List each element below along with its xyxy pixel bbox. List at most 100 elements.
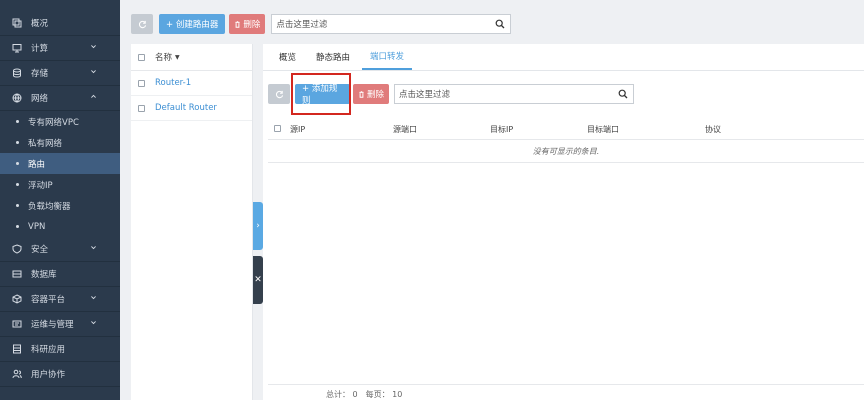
sidebar-item-label: 用户协作 [31, 370, 66, 380]
refresh-button[interactable] [131, 14, 153, 34]
col-protocol[interactable]: 协议 [705, 124, 721, 135]
network-icon [11, 92, 23, 104]
sidebar-subitem-label: 路由 [28, 159, 46, 170]
sidebar-subitem[interactable]: 浮动IP [0, 174, 120, 195]
trash-icon [235, 20, 240, 28]
row-checkbox[interactable] [138, 79, 145, 87]
shield-icon [11, 243, 23, 255]
sidebar-item-label: 网络 [31, 94, 49, 104]
sort-icon[interactable]: ▼ [175, 54, 180, 61]
search-input[interactable]: 点击这里过滤 [271, 14, 512, 34]
select-all-rules-checkbox[interactable] [274, 125, 281, 132]
sidebar-item-label: 计算 [31, 44, 49, 54]
bullet-icon [16, 141, 19, 144]
sidebar-subitem[interactable]: 路由 [0, 153, 120, 174]
detail-tabs: 概览 静态路由 端口转发 [263, 44, 864, 71]
delete-button[interactable]: 删除 [229, 14, 266, 34]
col-dest-port[interactable]: 目标端口 [587, 124, 619, 135]
search-icon [495, 19, 505, 29]
chevron-up-icon [90, 93, 100, 103]
database-icon [11, 67, 23, 79]
ops-icon [11, 318, 23, 330]
close-icon: ✕ [254, 275, 262, 285]
sidebar-subitem-label: 专有网络VPC [28, 117, 79, 128]
refresh-icon [275, 90, 283, 98]
rules-table-header: 源IP 源端口 目标IP 目标端口 协议 [268, 118, 864, 140]
sidebar-subitem[interactable]: 专有网络VPC [0, 111, 120, 132]
sidebar-subitem[interactable]: 私有网络 [0, 132, 120, 153]
rule-search-input[interactable]: 点击这里过滤 [394, 84, 635, 104]
list-header: 名称 ▼ [131, 44, 252, 71]
tab-1[interactable]: 静态路由 [308, 43, 358, 70]
router-row[interactable]: Router-1 [131, 71, 252, 96]
col-dest-ip[interactable]: 目标IP [490, 124, 513, 135]
total-count: 总计： 0 [326, 390, 358, 399]
chevron-right-icon: › [256, 221, 260, 231]
sidebar-subitem-label: 浮动IP [28, 180, 53, 191]
monitor-icon [11, 42, 23, 54]
expand-toggle[interactable]: › [253, 202, 263, 250]
sidebar-item-users[interactable]: 用户协作 [0, 362, 120, 387]
refresh-button[interactable] [268, 84, 290, 104]
sidebar-item-label: 存储 [31, 69, 49, 79]
chevron-down-icon [90, 244, 100, 254]
router-list: 名称 ▼ Router-1 Default Router [131, 44, 253, 400]
search-icon [618, 89, 628, 99]
close-toggle[interactable]: ✕ [253, 256, 263, 304]
sidebar-item-label: 概况 [31, 19, 49, 29]
router-name-link[interactable]: Default Router [155, 103, 217, 113]
sidebar-subitem[interactable]: VPN [0, 216, 120, 237]
container-icon [11, 293, 23, 305]
trash-icon [359, 90, 364, 98]
bullet-icon [16, 120, 19, 123]
router-toolbar: + 创建路由器 删除 点击这里过滤 [131, 13, 512, 35]
sidebar-item-overview[interactable]: 概况 [0, 11, 120, 36]
sidebar-item-monitor[interactable]: 计算 [0, 36, 120, 61]
bullet-icon [16, 183, 19, 186]
pagination-footer: 总计： 0 每页： 10 [268, 384, 864, 400]
research-icon [11, 343, 23, 355]
sidebar-item-container[interactable]: 容器平台 [0, 287, 120, 312]
router-name-link[interactable]: Router-1 [155, 78, 191, 88]
sidebar-subitem[interactable]: 负载均衡器 [0, 195, 120, 216]
per-page[interactable]: 每页： 10 [366, 389, 403, 400]
bullet-icon [16, 204, 19, 207]
refresh-icon [138, 20, 146, 28]
sidebar-subitem-label: 负载均衡器 [28, 201, 71, 212]
bullet-icon [16, 225, 19, 228]
overview-icon [11, 17, 23, 29]
chevron-down-icon [90, 294, 100, 304]
users-icon [11, 368, 23, 380]
sidebar-item-label: 安全 [31, 245, 49, 255]
name-column-header[interactable]: 名称 [155, 51, 172, 63]
chevron-down-icon [90, 319, 100, 329]
sidebar-item-database[interactable]: 存储 [0, 61, 120, 86]
tab-0[interactable]: 概览 [271, 43, 304, 70]
create-router-button[interactable]: + 创建路由器 [159, 14, 226, 34]
db-icon [11, 268, 23, 280]
highlight-box [291, 73, 351, 115]
select-all-checkbox[interactable] [138, 53, 145, 61]
row-checkbox[interactable] [138, 104, 145, 112]
sidebar-item-label: 数据库 [31, 270, 57, 280]
chevron-down-icon [90, 68, 100, 78]
sidebar: 概况计算存储网络专有网络VPC 私有网络路由浮动IP 负载均衡器 VPN 安全数据库容器… [0, 0, 120, 400]
sidebar-item-shield[interactable]: 安全 [0, 237, 120, 262]
detail-panel: 概览 静态路由 端口转发 + 添加规则 删除 点击这里过滤 源IP 源端口 目标IP… [263, 44, 864, 400]
router-row[interactable]: Default Router [131, 96, 252, 121]
tab-2[interactable]: 端口转发 [362, 43, 413, 70]
sidebar-item-ops[interactable]: 运维与管理 [0, 312, 120, 337]
chevron-down-icon [90, 43, 100, 53]
sidebar-subitem-label: 私有网络 [28, 138, 63, 149]
sidebar-item-db[interactable]: 数据库 [0, 262, 120, 287]
sidebar-item-label: 运维与管理 [31, 320, 74, 330]
sidebar-item-label: 科研应用 [31, 345, 66, 355]
sidebar-item-network[interactable]: 网络 [0, 86, 120, 111]
col-source-ip[interactable]: 源IP [290, 124, 305, 135]
sidebar-item-label: 容器平台 [31, 295, 66, 305]
delete-rule-button[interactable]: 删除 [353, 84, 390, 104]
col-source-port[interactable]: 源端口 [393, 124, 417, 135]
sidebar-item-research[interactable]: 科研应用 [0, 337, 120, 362]
empty-message: 没有可显示的条目. [268, 141, 864, 163]
sidebar-subitem-label: VPN [28, 221, 46, 232]
